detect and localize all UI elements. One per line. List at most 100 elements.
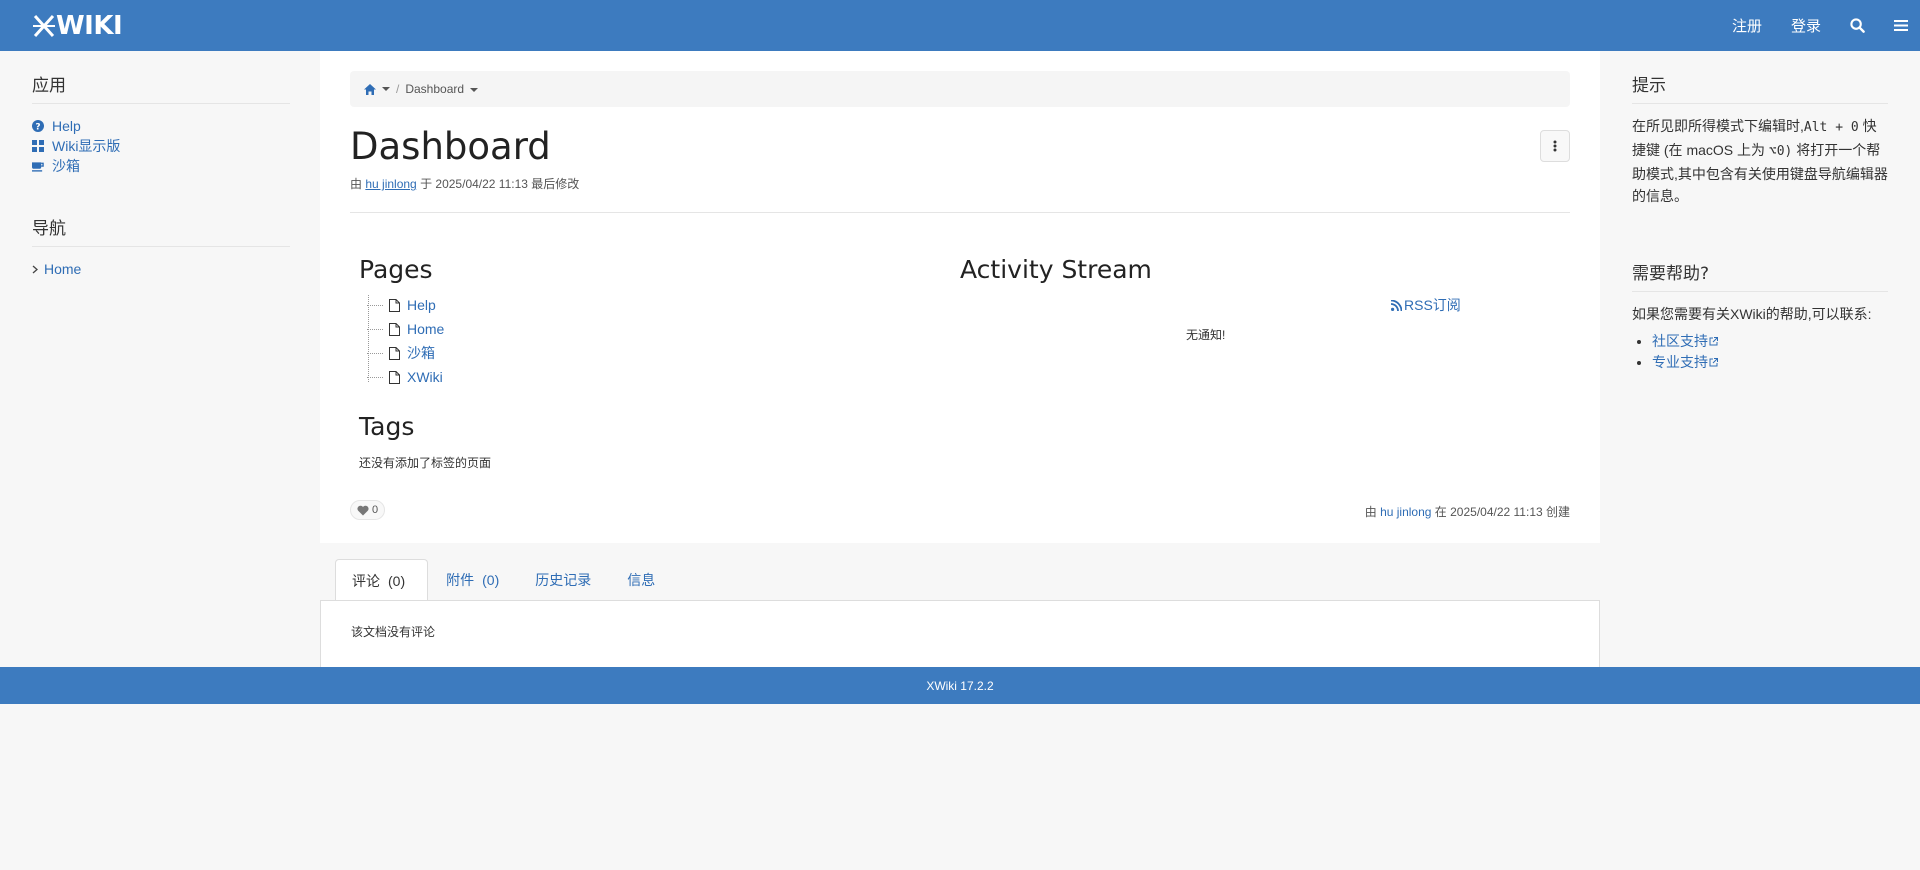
file-icon [389, 298, 400, 312]
comments-pane: 该文档没有评论 [320, 600, 1600, 667]
breadcrumb-separator: / [396, 82, 400, 96]
page-link[interactable]: Help [407, 297, 436, 313]
shortcut-code: Alt + 0 [1803, 120, 1859, 135]
app-link-sandbox[interactable]: 沙箱 [32, 156, 290, 176]
coffee-icon [32, 161, 44, 172]
link-label: 专业支持 [1652, 354, 1708, 370]
top-nav: 注册 登录 [1732, 0, 1920, 51]
navigation-tree: Home [32, 247, 290, 279]
help-text: 如果您需要有关XWiki的帮助,可以联系: [1632, 306, 1872, 322]
pages-heading: Pages [359, 255, 433, 284]
tab-label: 信息 [627, 572, 656, 588]
tags-empty-message: 还没有添加了标签的页面 [359, 456, 492, 470]
nav-item-home[interactable]: Home [32, 259, 290, 279]
tab-count: (0) [482, 572, 500, 588]
tree-node-help[interactable]: Help [367, 293, 444, 317]
breadcrumb: / Dashboard [350, 71, 1570, 107]
tab-history[interactable]: 历史记录 [517, 559, 609, 601]
help-links: 社区支持 专业支持 [1632, 331, 1888, 373]
xwiki-logo[interactable]: WIKI [33, 11, 123, 41]
app-link-wiki-index[interactable]: Wiki显示版 [32, 136, 290, 156]
link-label: 社区支持 [1652, 333, 1708, 349]
breadcrumb-current[interactable]: Dashboard [405, 82, 479, 96]
author-link[interactable]: hu jinlong [365, 177, 416, 191]
activity-stream-heading: Activity Stream [960, 255, 1152, 284]
xwiki-x-icon [33, 14, 55, 38]
tree-node-xwiki[interactable]: XWiki [367, 365, 444, 389]
search-icon [1850, 18, 1865, 33]
vertical-ellipsis-icon [1553, 140, 1557, 152]
tab-count: (0) [388, 572, 406, 589]
main-content: / Dashboard Dashboard 由 hu jinlong 于 202… [320, 51, 1600, 543]
register-link[interactable]: 注册 [1732, 15, 1762, 36]
page-title: Dashboard [350, 125, 551, 168]
tab-comments[interactable]: 评论 (0) [335, 559, 429, 601]
page-link[interactable]: Home [407, 321, 444, 337]
applications-panel-title: 应用 [32, 51, 290, 104]
rss-feed-link[interactable]: RSS订阅 [1391, 295, 1461, 315]
hamburger-icon [1894, 20, 1908, 31]
tree-branch [367, 305, 383, 306]
left-panels: 应用 ? Help Wiki显示版 沙箱 导航 Home [32, 51, 290, 279]
chevron-down-icon [382, 87, 390, 91]
help-panel-title: 需要帮助? [1632, 239, 1888, 292]
like-button[interactable]: 0 [350, 500, 386, 520]
file-icon [389, 370, 400, 384]
tab-information[interactable]: 信息 [609, 559, 673, 601]
home-icon [364, 83, 376, 95]
navigation-panel: 导航 Home [32, 194, 290, 279]
navigation-panel-title: 导航 [32, 194, 290, 247]
menu-button[interactable] [1894, 19, 1908, 32]
tab-label: 评论 [352, 572, 380, 589]
document-extra-tabs: 评论 (0) 附件 (0) 历史记录 信息 [335, 559, 673, 601]
app-link-label: 沙箱 [52, 158, 80, 174]
tab-label: 历史记录 [535, 572, 592, 588]
help-panel: 需要帮助? 如果您需要有关XWiki的帮助,可以联系: 社区支持 专业支持 [1632, 239, 1888, 373]
version-label: XWiki 17.2.2 [926, 678, 994, 693]
title-divider [350, 212, 1570, 213]
creator-link[interactable]: hu jinlong [1380, 505, 1431, 519]
grid-icon [32, 140, 44, 152]
tags-heading: Tags [359, 412, 415, 441]
search-button[interactable] [1850, 18, 1865, 33]
pages-tree: Help Home 沙箱 XWiki [367, 293, 444, 389]
tip-text: 在所见即所得模式下编辑时,Alt + 0 快捷键 (在 macOS 上为 ⌥0)… [1632, 104, 1888, 207]
file-icon [389, 322, 400, 336]
tip-text-part: 在所见即所得模式下编辑时, [1632, 118, 1804, 134]
svg-text:?: ? [35, 123, 40, 133]
page-link[interactable]: XWiki [407, 369, 443, 385]
like-count: 0 [372, 504, 379, 516]
tree-branch [367, 329, 383, 330]
more-actions-button[interactable] [1540, 130, 1570, 162]
meta-prefix: 由 [350, 177, 363, 191]
tree-node-sandbox[interactable]: 沙箱 [367, 341, 444, 365]
tips-panel-title: 提示 [1632, 51, 1888, 104]
external-link-icon [1709, 358, 1718, 367]
chevron-right-icon[interactable] [32, 265, 38, 274]
nav-item-label: Home [44, 261, 82, 277]
tree-branch [367, 377, 383, 378]
created-info: 由 hu jinlong 在 2025/04/22 11:13 创建 [1365, 503, 1570, 520]
no-comments-message: 该文档没有评论 [351, 625, 436, 639]
page-link[interactable]: 沙箱 [407, 343, 435, 363]
heart-icon [357, 505, 369, 515]
app-link-help[interactable]: ? Help [32, 116, 290, 136]
question-circle-icon: ? [32, 120, 44, 132]
last-modified-info: 由 hu jinlong 于 2025/04/22 11:13 最后修改 [350, 175, 579, 192]
professional-support-link[interactable]: 专业支持 [1652, 354, 1718, 370]
top-navbar: WIKI 注册 登录 [0, 0, 1920, 51]
tab-attachments[interactable]: 附件 (0) [428, 559, 517, 601]
tree-node-home[interactable]: Home [367, 317, 444, 341]
breadcrumb-current-label: Dashboard [405, 82, 465, 96]
tree-branch [367, 353, 383, 354]
community-support-link[interactable]: 社区支持 [1652, 333, 1718, 349]
meta-date: 于 2025/04/22 11:13 最后修改 [420, 177, 580, 191]
login-link[interactable]: 登录 [1791, 15, 1821, 36]
right-panels: 提示 在所见即所得模式下编辑时,Alt + 0 快捷键 (在 macOS 上为 … [1632, 51, 1888, 373]
list-item: 专业支持 [1652, 352, 1888, 373]
rss-icon [1391, 299, 1402, 311]
breadcrumb-home[interactable] [364, 83, 390, 95]
external-link-icon [1709, 337, 1718, 346]
no-notifications-message: 无通知! [1186, 328, 1226, 342]
tab-label: 附件 [446, 572, 475, 588]
